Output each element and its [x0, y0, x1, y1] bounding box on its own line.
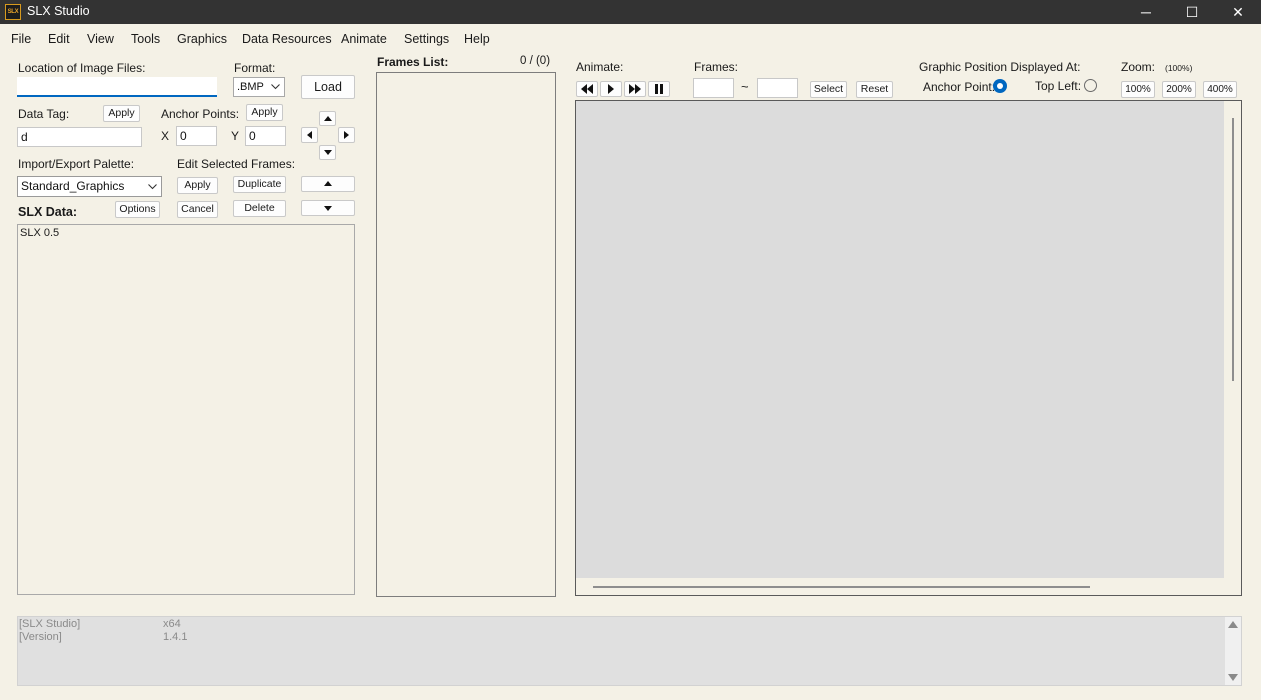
- arrow-down-icon: [324, 206, 332, 211]
- top-left-label: Top Left:: [1035, 79, 1082, 93]
- nudge-up-button[interactable]: [319, 111, 336, 126]
- frame-from-input[interactable]: [693, 78, 734, 98]
- frames-list-label: Frames List:: [377, 55, 449, 69]
- frames-count: 0 / (0): [520, 55, 551, 67]
- arrow-up-icon: [323, 116, 332, 121]
- load-button[interactable]: Load: [301, 75, 355, 99]
- play-icon: [608, 84, 614, 94]
- slx-data-textarea[interactable]: SLX 0.5: [17, 224, 355, 595]
- move-frame-up-button[interactable]: [301, 176, 355, 192]
- x-label: X: [161, 129, 170, 143]
- app-logo-icon: SLX: [5, 4, 21, 20]
- console-scrollbar[interactable]: [1225, 617, 1241, 685]
- zoom-200-button[interactable]: 200%: [1162, 81, 1196, 98]
- menu-file[interactable]: File: [11, 32, 31, 46]
- move-frame-down-button[interactable]: [301, 200, 355, 216]
- maximize-button[interactable]: ☐: [1169, 0, 1215, 24]
- data-tag-input[interactable]: d: [17, 127, 142, 147]
- top-left-radio[interactable]: [1084, 79, 1097, 92]
- zoom-100-button[interactable]: 100%: [1121, 81, 1155, 98]
- zoom-label: Zoom:: [1121, 60, 1156, 74]
- nudge-right-button[interactable]: [338, 127, 355, 143]
- format-label: Format:: [234, 61, 276, 75]
- reset-frames-button[interactable]: Reset: [856, 81, 893, 98]
- menu-edit[interactable]: Edit: [48, 32, 70, 46]
- arrow-up-icon: [324, 181, 332, 186]
- edit-apply-button[interactable]: Apply: [177, 177, 218, 194]
- palette-select[interactable]: Standard_Graphics: [17, 176, 162, 197]
- frames-label: Frames:: [694, 60, 739, 74]
- anchor-x-input[interactable]: 0: [176, 126, 217, 146]
- nudge-down-button[interactable]: [319, 145, 336, 160]
- fast-forward-button[interactable]: [624, 81, 646, 97]
- anchor-points-label: Anchor Points:: [161, 107, 240, 121]
- arrow-left-icon: [307, 131, 312, 139]
- menu-graphics[interactable]: Graphics: [177, 32, 227, 46]
- location-input[interactable]: [17, 77, 217, 97]
- format-value: .BMP: [237, 81, 264, 93]
- pause-icon: [655, 84, 663, 94]
- palette-label: Import/Export Palette:: [18, 157, 135, 171]
- window-title: SLX Studio: [27, 4, 90, 18]
- zoom-current: (100%): [1165, 63, 1193, 73]
- console-output[interactable]: [SLX Studio] x64 [Version] 1.4.1: [17, 616, 1242, 686]
- frame-to-input[interactable]: [757, 78, 798, 98]
- animate-label: Animate:: [576, 60, 624, 74]
- y-label: Y: [231, 129, 240, 143]
- pause-button[interactable]: [648, 81, 670, 97]
- menu-animate[interactable]: Animate: [341, 32, 387, 46]
- scroll-up-icon: [1228, 621, 1238, 628]
- palette-value: Standard_Graphics: [21, 179, 125, 193]
- frame-range-tilde: ~: [741, 79, 749, 94]
- minimize-button[interactable]: ─: [1123, 0, 1169, 24]
- menu-view[interactable]: View: [87, 32, 114, 46]
- chevron-down-icon: [271, 84, 280, 90]
- console-key: [Version]: [19, 631, 62, 643]
- zoom-400-button[interactable]: 400%: [1203, 81, 1237, 98]
- slx-data-text: SLX 0.5: [20, 227, 60, 239]
- fast-forward-icon: [629, 84, 641, 94]
- location-label: Location of Image Files:: [18, 61, 146, 75]
- data-tag-label: Data Tag:: [18, 107, 70, 121]
- radio-dot: [997, 83, 1003, 89]
- menu-settings[interactable]: Settings: [404, 32, 449, 46]
- anchor-y-input[interactable]: 0: [245, 126, 286, 146]
- rewind-button[interactable]: [576, 81, 598, 97]
- graphic-position-label: Graphic Position Displayed At:: [919, 60, 1081, 74]
- scroll-down-icon: [1228, 674, 1238, 681]
- data-tag-apply-button[interactable]: Apply: [103, 105, 140, 122]
- frames-list[interactable]: [376, 72, 556, 597]
- menu-data-resources[interactable]: Data Resources: [242, 32, 332, 46]
- close-button[interactable]: ✕: [1215, 0, 1261, 24]
- menu-tools[interactable]: Tools: [131, 32, 160, 46]
- nudge-left-button[interactable]: [301, 127, 318, 143]
- select-frames-button[interactable]: Select: [810, 81, 847, 98]
- arrow-right-icon: [344, 131, 349, 139]
- arrow-down-icon: [323, 150, 332, 155]
- rewind-icon: [581, 84, 593, 94]
- graphic-canvas[interactable]: [575, 100, 1242, 596]
- title-bar: [0, 0, 1261, 24]
- format-select[interactable]: .BMP: [233, 77, 285, 97]
- edit-frames-label: Edit Selected Frames:: [177, 157, 296, 171]
- delete-button[interactable]: Delete: [233, 200, 286, 217]
- duplicate-button[interactable]: Duplicate: [233, 176, 286, 193]
- horizontal-scroll-thumb[interactable]: [593, 586, 1090, 588]
- menu-help[interactable]: Help: [464, 32, 490, 46]
- anchor-point-label: Anchor Point:: [923, 80, 996, 94]
- console-key: [SLX Studio]: [19, 618, 81, 630]
- anchor-point-radio[interactable]: [993, 79, 1007, 93]
- chevron-down-icon: [148, 184, 157, 190]
- anchor-apply-button[interactable]: Apply: [246, 104, 283, 121]
- edit-cancel-button[interactable]: Cancel: [177, 201, 218, 218]
- vertical-scroll-thumb[interactable]: [1232, 118, 1234, 381]
- play-button[interactable]: [600, 81, 622, 97]
- options-button[interactable]: Options: [115, 201, 160, 218]
- console-value: x64: [163, 618, 181, 630]
- slx-data-label: SLX Data:: [18, 205, 78, 219]
- console-value: 1.4.1: [163, 631, 188, 643]
